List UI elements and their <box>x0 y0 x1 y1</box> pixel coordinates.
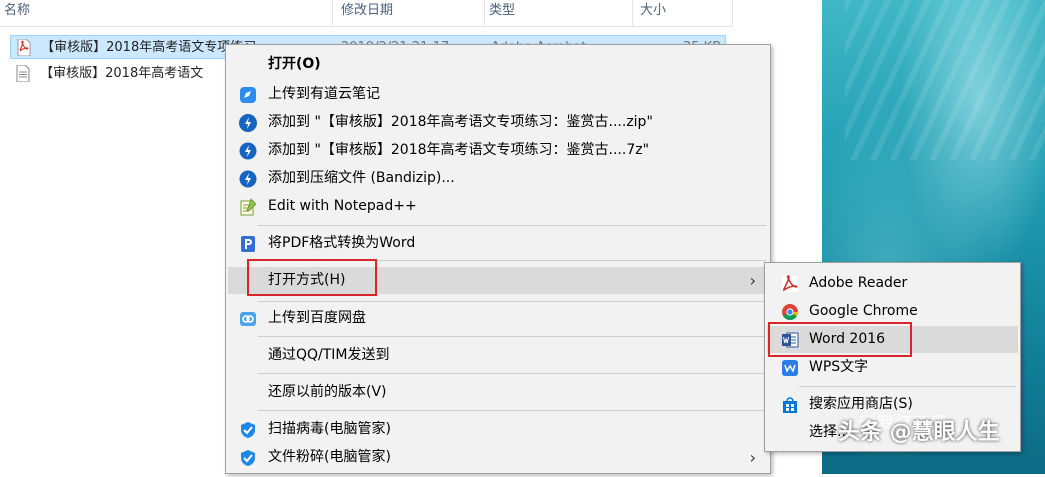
menu-item-label: 扫描病毒(电脑管家) <box>268 421 391 437</box>
menu-item-shred[interactable]: 文件粉碎(电脑管家) › <box>228 444 768 471</box>
menu-item-pdf-to-word[interactable]: 将PDF格式转换为Word <box>228 230 768 257</box>
menu-item-label: 添加到 "【审核版】2018年高考语文专项练习：鉴赏古....7z" <box>268 142 650 158</box>
shield-icon <box>239 449 257 467</box>
submenu-item-label: Adobe Reader <box>809 275 908 291</box>
menu-item-send-qq[interactable]: 通过QQ/TIM发送到 <box>228 342 768 369</box>
notepad-plus-plus-icon <box>239 198 257 216</box>
column-type-label: 类型 <box>489 3 516 18</box>
column-name-label: 名称 <box>4 3 31 18</box>
chevron-right-icon: › <box>749 271 756 290</box>
watermark: 头条 @慧眼人生 <box>838 420 1000 445</box>
bandizip-icon <box>239 170 257 188</box>
menu-item-label: 添加到 "【审核版】2018年高考语文专项练习：鉴赏古....zip" <box>268 114 653 130</box>
store-icon <box>781 396 799 414</box>
file-row[interactable]: 【审核版】2018年高考语文 <box>10 62 226 86</box>
submenu-item-chrome[interactable]: Google Chrome <box>767 298 1018 325</box>
column-size-label: 大小 <box>640 3 667 18</box>
column-header: 名称 修改日期 类型 大小 <box>0 0 733 27</box>
submenu-item-label: Google Chrome <box>809 303 918 319</box>
menu-item-label: 打开(O) <box>268 56 321 72</box>
menu-separator <box>258 373 766 374</box>
column-date-label: 修改日期 <box>341 3 394 18</box>
menu-item-label: 将PDF格式转换为Word <box>268 235 416 251</box>
menu-item-label: Edit with Notepad++ <box>268 198 417 214</box>
menu-item-restore[interactable]: 还原以前的版本(V) <box>228 379 768 406</box>
shield-icon <box>239 421 257 439</box>
chrome-icon <box>781 303 799 321</box>
pdf-converter-icon <box>239 235 257 253</box>
menu-item-notepad[interactable]: Edit with Notepad++ <box>228 193 768 220</box>
pdf-file-icon <box>17 38 31 57</box>
menu-item-open[interactable]: 打开(O) <box>228 51 768 78</box>
submenu-item-label: WPS文字 <box>809 359 869 375</box>
highlight-box-word <box>768 322 912 357</box>
text-file-icon <box>16 64 30 83</box>
chevron-right-icon: › <box>749 448 756 467</box>
bandizip-icon <box>239 142 257 160</box>
column-type[interactable]: 类型 <box>485 0 633 26</box>
column-name[interactable]: 名称 <box>0 0 333 26</box>
bandizip-icon <box>239 114 257 132</box>
file-name: 【审核版】2018年高考语文专项练习 <box>41 40 257 55</box>
column-size[interactable]: 大小 <box>636 0 733 26</box>
menu-item-add-bandizip[interactable]: 添加到压缩文件 (Bandizip)... <box>228 165 768 192</box>
adobe-reader-icon <box>781 275 799 293</box>
menu-item-label: 上传到有道云笔记 <box>268 86 380 102</box>
column-date[interactable]: 修改日期 <box>337 0 485 26</box>
menu-separator <box>258 301 766 302</box>
menu-item-youdao[interactable]: 上传到有道云笔记 <box>228 81 768 108</box>
menu-separator <box>258 410 766 411</box>
submenu-item-adobe[interactable]: Adobe Reader <box>767 270 1018 297</box>
wps-writer-icon <box>781 359 799 377</box>
submenu-item-wps[interactable]: WPS文字 <box>767 354 1018 381</box>
menu-item-label: 通过QQ/TIM发送到 <box>268 347 390 363</box>
menu-separator <box>258 225 766 226</box>
baidu-netdisk-icon <box>239 310 257 328</box>
menu-item-label: 还原以前的版本(V) <box>268 384 387 400</box>
submenu-separator <box>799 386 1016 387</box>
menu-item-label: 上传到百度网盘 <box>268 310 366 326</box>
file-name: 【审核版】2018年高考语文 <box>40 66 204 81</box>
menu-item-scan[interactable]: 扫描病毒(电脑管家) <box>228 416 768 443</box>
menu-item-baidu[interactable]: 上传到百度网盘 <box>228 305 768 332</box>
wallpaper-light-rays <box>845 0 1045 160</box>
menu-item-add-7z[interactable]: 添加到 "【审核版】2018年高考语文专项练习：鉴赏古....7z" <box>228 137 768 164</box>
menu-item-label: 添加到压缩文件 (Bandizip)... <box>268 170 455 186</box>
menu-item-label: 文件粉碎(电脑管家) <box>268 449 391 465</box>
menu-separator <box>258 336 766 337</box>
menu-item-add-zip[interactable]: 添加到 "【审核版】2018年高考语文专项练习：鉴赏古....zip" <box>228 109 768 136</box>
highlight-box-open-with <box>247 259 377 296</box>
youdao-note-icon <box>239 86 257 104</box>
context-menu: 打开(O) 上传到有道云笔记 添加到 "【审核版】2018年高考语文专项练习：鉴… <box>225 44 771 474</box>
